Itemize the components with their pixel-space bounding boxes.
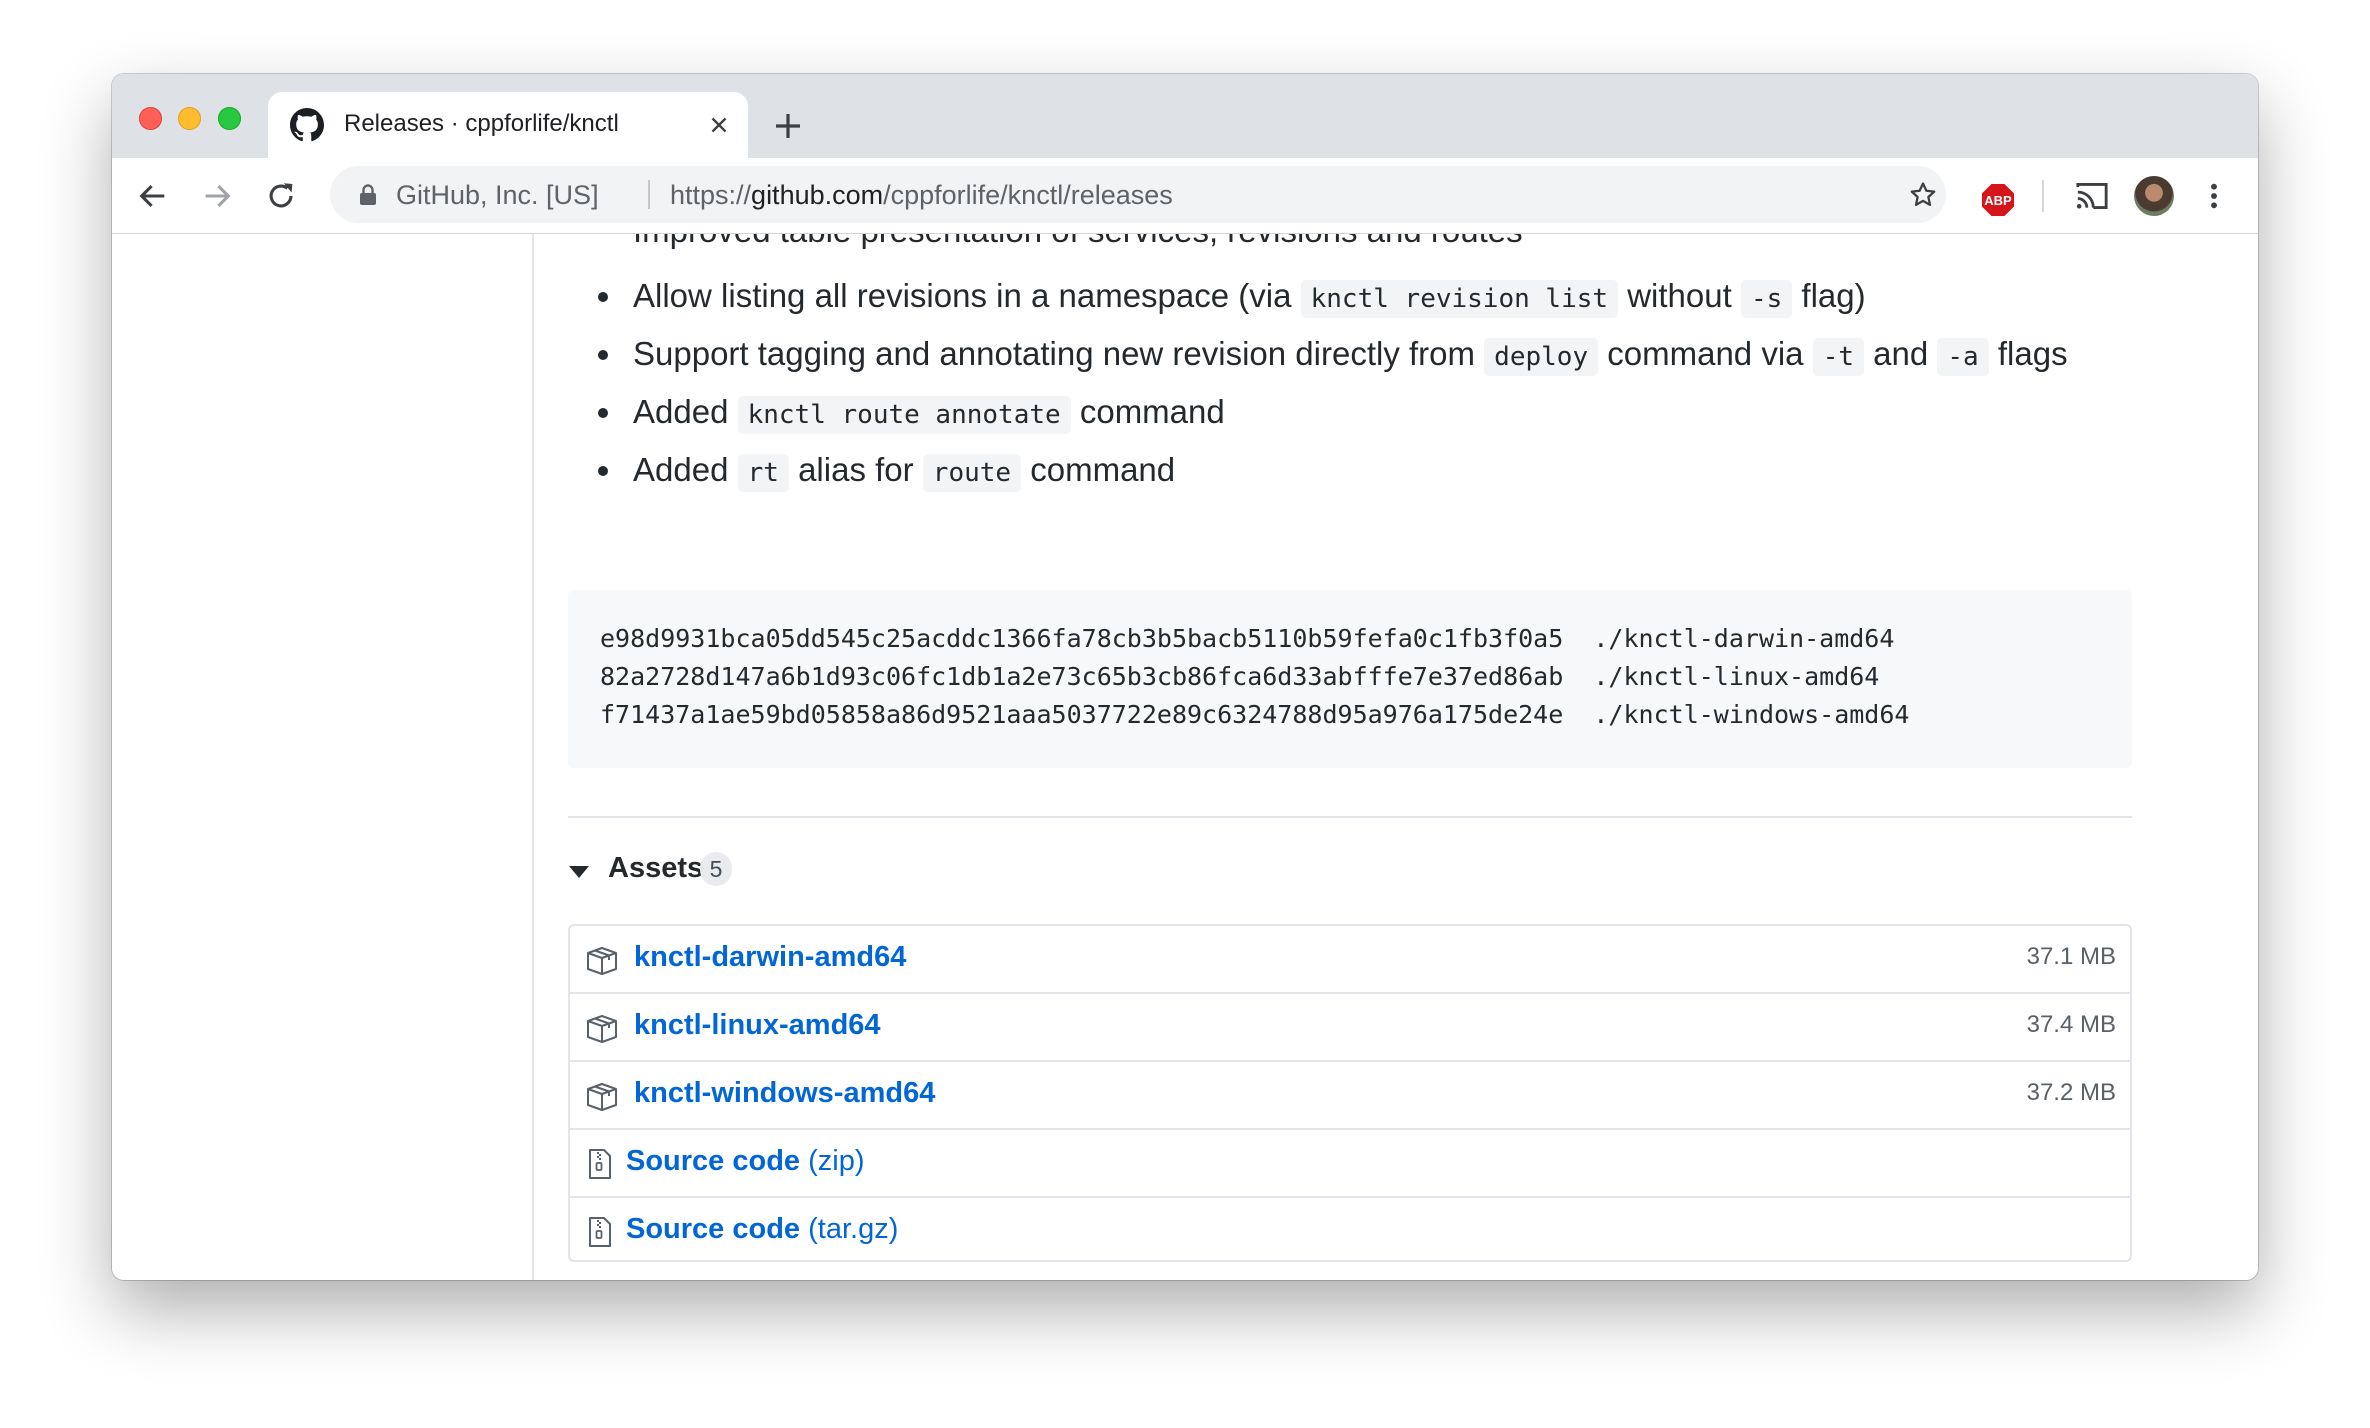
source-format: (tar.gz) <box>808 1213 899 1245</box>
file-zip-icon <box>589 1149 611 1179</box>
source-code-zip-link[interactable]: Source code (zip) <box>626 1145 865 1178</box>
note-text: Support tagging and annotating new revis… <box>633 335 1485 372</box>
asset-size: 37.2 MB <box>2026 1079 2116 1106</box>
asset-row: Source code (zip) <box>570 1130 2130 1198</box>
github-icon <box>290 108 324 142</box>
address-bar[interactable]: GitHub, Inc. [US] https://github.com/cpp… <box>330 166 1946 223</box>
tab-strip: Releases · cppforlife/knctl <box>112 74 2258 158</box>
inline-code: knctl route annotate <box>737 396 1071 434</box>
tab-title: Releases · cppforlife/knctl <box>344 110 619 137</box>
note-text: flag) <box>1792 277 1866 314</box>
note-text: Added <box>633 393 738 430</box>
toolbar-divider <box>2042 180 2044 212</box>
new-tab-plus-icon[interactable] <box>772 110 804 142</box>
release-note-partial: Improved table presentation of services,… <box>633 234 1523 250</box>
asset-link-linux[interactable]: knctl-linux-amd64 <box>634 1009 881 1042</box>
asset-size: 37.4 MB <box>2026 1011 2116 1038</box>
list-item: Allow listing all revisions in a namespa… <box>590 267 2210 325</box>
inline-code: rt <box>737 454 789 492</box>
inline-code: -s <box>1740 280 1793 318</box>
assets-label: Assets <box>608 852 704 884</box>
note-text: command <box>1070 393 1225 430</box>
asset-row: knctl-darwin-amd64 37.1 MB <box>570 926 2130 994</box>
url-host: github.com <box>751 180 884 210</box>
window-minimize-button[interactable] <box>178 107 201 130</box>
note-text: command via <box>1598 335 1813 372</box>
section-divider <box>568 816 2132 818</box>
checksum-line: 82a2728d147a6b1d93c06fc1db1a2e73c65b3cb8… <box>600 662 1880 691</box>
site-identity[interactable]: GitHub, Inc. [US] <box>396 180 599 211</box>
checksums-code-block: e98d9931bca05dd545c25acddc1366fa78cb3b5b… <box>568 590 2132 768</box>
source-code-label: Source code <box>626 1213 801 1245</box>
package-icon <box>587 1015 617 1043</box>
asset-row: Source code (tar.gz) <box>570 1198 2130 1260</box>
forward-arrow-icon[interactable] <box>200 179 234 213</box>
package-icon <box>587 1083 617 1111</box>
list-item: Added knctl route annotate command <box>590 383 2210 441</box>
timeline-rule <box>532 234 534 1280</box>
triangle-down-icon <box>569 866 589 878</box>
file-zip-icon <box>589 1217 611 1247</box>
assets-count-badge: 5 <box>700 852 732 886</box>
adblock-plus-icon[interactable]: ABP <box>1980 182 2016 218</box>
inline-code: deploy <box>1484 338 1599 376</box>
release-notes-list: Allow listing all revisions in a namespa… <box>590 267 2210 499</box>
package-icon <box>587 947 617 975</box>
inline-code: -t <box>1812 338 1864 376</box>
back-arrow-icon[interactable] <box>136 179 170 213</box>
window-maximize-button[interactable] <box>218 107 241 130</box>
note-text: alias for <box>788 451 923 488</box>
checksum-line: e98d9931bca05dd545c25acddc1366fa78cb3b5b… <box>600 624 1895 653</box>
source-format: (zip) <box>808 1145 865 1177</box>
note-text: and <box>1864 335 1938 372</box>
profile-avatar[interactable] <box>2134 176 2174 216</box>
browser-window: Releases · cppforlife/knctl GitHub, Inc.… <box>112 74 2258 1280</box>
inline-code: route <box>922 454 1022 492</box>
list-item: Added rt alias for route command <box>590 441 2210 499</box>
page-content: Improved table presentation of services,… <box>112 234 2258 1280</box>
asset-row: knctl-linux-amd64 37.4 MB <box>570 994 2130 1062</box>
browser-toolbar: GitHub, Inc. [US] https://github.com/cpp… <box>112 158 2258 234</box>
asset-row: knctl-windows-amd64 37.2 MB <box>570 1062 2130 1130</box>
url-path: /cppforlife/knctl/releases <box>883 180 1173 210</box>
close-icon[interactable] <box>706 112 732 138</box>
note-text: flags <box>1988 335 2068 372</box>
source-code-targz-link[interactable]: Source code (tar.gz) <box>626 1213 898 1246</box>
lock-icon[interactable] <box>358 184 378 206</box>
note-text: Allow listing all revisions in a namespa… <box>633 277 1301 314</box>
note-text: command <box>1021 451 1176 488</box>
url-text[interactable]: https://github.com/cppforlife/knctl/rele… <box>670 180 1173 211</box>
kebab-menu-icon[interactable] <box>2198 180 2230 212</box>
source-code-label: Source code <box>626 1145 801 1177</box>
cast-icon[interactable] <box>2074 180 2110 212</box>
note-text: without <box>1618 277 1741 314</box>
reload-icon[interactable] <box>264 179 298 213</box>
inline-code: -a <box>1937 338 1989 376</box>
tab-releases[interactable]: Releases · cppforlife/knctl <box>268 92 748 158</box>
asset-link-windows[interactable]: knctl-windows-amd64 <box>634 1077 935 1110</box>
inline-code: knctl revision list <box>1300 280 1619 318</box>
url-scheme: https:// <box>670 180 752 210</box>
list-item: Support tagging and annotating new revis… <box>590 325 2210 383</box>
assets-list: knctl-darwin-amd64 37.1 MB knctl-linux-a… <box>568 924 2132 1262</box>
adblock-badge-text: ABP <box>1984 193 2012 208</box>
asset-link-darwin[interactable]: knctl-darwin-amd64 <box>634 941 906 974</box>
bookmark-star-icon[interactable] <box>1908 180 1938 210</box>
omnibox-divider <box>648 180 650 209</box>
checksum-line: f71437a1ae59bd05858a86d9521aaa5037722e89… <box>600 700 1910 729</box>
note-text: Added <box>633 451 738 488</box>
window-close-button[interactable] <box>139 107 162 130</box>
asset-size: 37.1 MB <box>2026 943 2116 970</box>
